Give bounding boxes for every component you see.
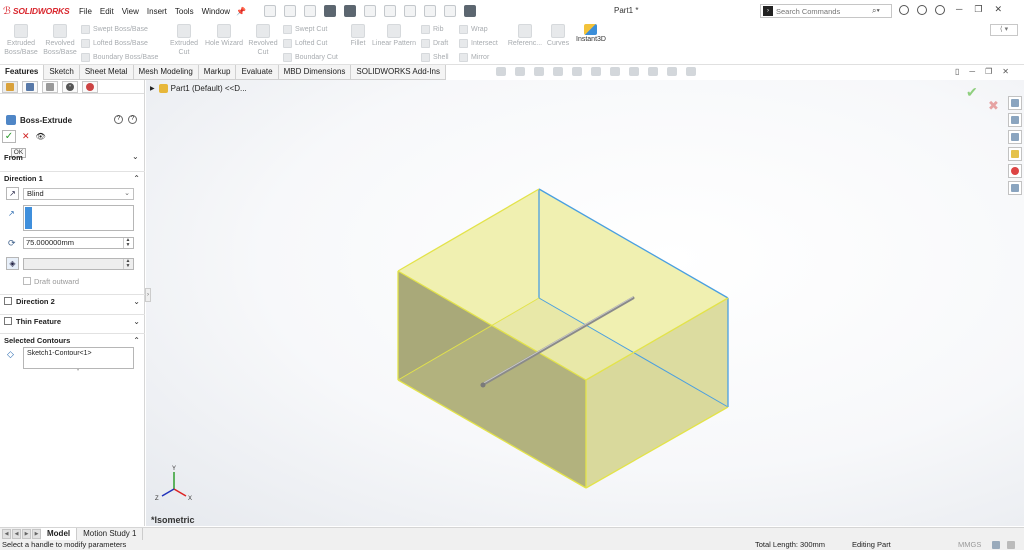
chevron-down-icon: ⌄ [124, 190, 130, 197]
detailed-preview-icon[interactable]: ? [114, 115, 123, 124]
contour-icon: ◇ [7, 349, 14, 359]
from-group-label[interactable]: From [4, 153, 23, 162]
x-axis-line [173, 488, 187, 497]
draft-angle-field[interactable]: ▲ ▼ [23, 258, 134, 270]
draft-outward-option[interactable]: Draft outward [23, 277, 79, 286]
direction-vector-icon: ↗ [8, 209, 15, 218]
configuration-manager-tab[interactable] [42, 81, 58, 93]
last-tab-icon[interactable]: ▶ [32, 529, 41, 539]
unit-system[interactable]: MMGS [958, 540, 981, 550]
cancel-button[interactable]: ✕ [22, 131, 30, 142]
selected-contours-collapse-icon[interactable]: ⌃ [133, 334, 140, 347]
reverse-direction-icon[interactable]: ↗ [6, 187, 19, 200]
panel-drag-handle-bottom[interactable]: • [77, 368, 79, 374]
direction2-label: Direction 2 [16, 297, 55, 306]
draft-outward-label: Draft outward [34, 277, 80, 286]
view-orientation-label: *Isometric [151, 515, 195, 525]
feature-manager-tab[interactable] [2, 81, 18, 93]
selected-contours-list[interactable]: Sketch1-Contour<1> [23, 347, 134, 369]
extrude-handle[interactable] [480, 382, 486, 388]
first-tab-icon[interactable]: ◀ [2, 529, 11, 539]
tab-motion-study-1[interactable]: Motion Study 1 [77, 528, 144, 540]
selected-contours-group-header[interactable]: Selected Contours ⌃ [0, 333, 145, 346]
status-message: Select a handle to modify parameters [2, 540, 127, 549]
direction-selection-box[interactable] [23, 205, 134, 231]
panel-collapse-handle[interactable]: › [145, 288, 151, 302]
thin-feature-expand-icon[interactable]: ⌄ [133, 315, 140, 328]
direction2-group-header[interactable]: Direction 2 ⌄ [0, 294, 145, 307]
draft-angle-spinner[interactable]: ▲ ▼ [123, 259, 132, 269]
direction2-expand-icon[interactable]: ⌄ [133, 295, 140, 308]
draft-outward-checkbox[interactable] [23, 277, 31, 285]
configuration-icon [46, 83, 54, 91]
help-icon[interactable]: ? [128, 115, 137, 124]
direction1-collapse-icon[interactable]: ⌃ [133, 172, 140, 185]
active-selection-stripe [25, 207, 32, 229]
display-manager-icon [86, 83, 94, 91]
boss-extrude-icon [6, 115, 16, 125]
depth-spinner[interactable]: ▲ ▼ [123, 238, 132, 248]
depth-value: 75.000000mm [26, 238, 74, 247]
rebuild-status-icon[interactable] [992, 541, 1000, 549]
feature-tree-icon [6, 83, 14, 91]
thin-feature-checkbox[interactable] [4, 317, 12, 325]
end-condition-dropdown[interactable]: Blind ⌄ [23, 188, 134, 200]
thin-feature-group-header[interactable]: Thin Feature ⌄ [0, 314, 145, 327]
property-manager-actions: ✓ ✕ 👁 [2, 130, 46, 143]
property-manager-icon [26, 83, 34, 91]
quick-tips-icon[interactable] [1007, 541, 1015, 549]
display-manager-tab[interactable] [82, 81, 98, 93]
prev-tab-icon[interactable]: ◀ [12, 529, 21, 539]
x-axis-label: X [188, 496, 192, 502]
total-length: Total Length: 300mm [755, 540, 826, 549]
from-chevron-icon[interactable]: ⌄ [132, 152, 139, 161]
property-manager-header: Boss-Extrude ? ? [0, 113, 145, 127]
depth-icon: ⟳ [8, 238, 16, 248]
property-manager-title: Boss-Extrude [20, 115, 73, 125]
bottom-tab-bar: ◀ ◀ ▶ ▶ Model Motion Study 1 [0, 527, 1024, 540]
end-condition-value: Blind [27, 189, 44, 198]
list-item[interactable]: Sketch1-Contour<1> [27, 350, 130, 357]
model-viewport[interactable]: Y X Z [0, 0, 1024, 550]
property-manager-tab[interactable] [22, 81, 38, 93]
manager-tabs [0, 80, 144, 94]
next-tab-icon[interactable]: ▶ [22, 529, 31, 539]
panel-drag-handle-top[interactable]: • [69, 84, 71, 90]
draft-on-off-icon[interactable]: ◈ [6, 257, 19, 270]
z-axis-label: Z [155, 496, 159, 502]
direction1-label: Direction 1 [4, 174, 43, 183]
y-axis-label: Y [172, 466, 176, 472]
direction2-checkbox[interactable] [4, 297, 12, 305]
tab-model[interactable]: Model [41, 528, 78, 540]
editing-mode: Editing Part [852, 540, 891, 549]
thin-feature-label: Thin Feature [16, 317, 62, 326]
status-bar: Select a handle to modify parameters Tot… [0, 540, 1024, 550]
tab-nav-arrows: ◀ ◀ ▶ ▶ [2, 529, 41, 539]
selected-contours-label: Selected Contours [4, 336, 71, 345]
depth-field[interactable]: 75.000000mm ▲ ▼ [23, 237, 134, 249]
preview-eye-icon[interactable]: 👁 [36, 132, 46, 141]
direction1-group-header[interactable]: Direction 1 ⌃ [0, 171, 145, 184]
ok-button[interactable]: ✓ [2, 130, 16, 143]
z-axis-line [161, 488, 175, 497]
